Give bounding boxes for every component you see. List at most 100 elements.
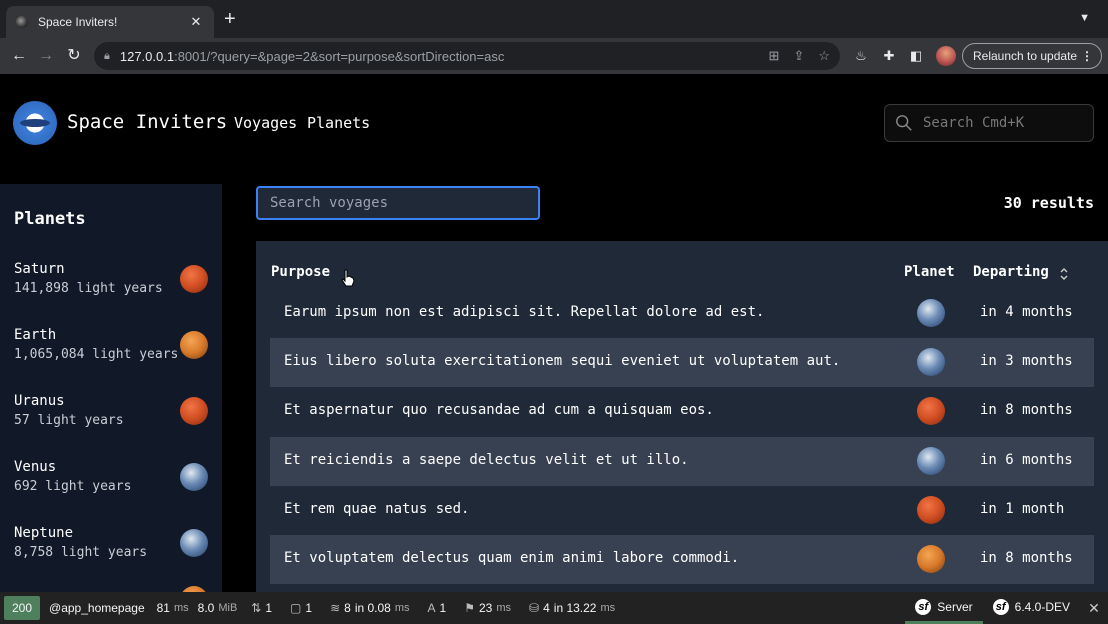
cell-planet-image [917, 447, 945, 475]
cell-departing: in 8 months [980, 402, 1073, 418]
memory-unit: MiB [218, 602, 238, 614]
column-header-purpose[interactable]: Purpose [271, 264, 330, 280]
profile-avatar[interactable] [936, 46, 956, 66]
ufo-logo-icon[interactable] [13, 101, 57, 145]
security-value: 23 [479, 601, 493, 615]
url-text[interactable]: 127.0.0.1:8001/?query=&page=2&sort=purpo… [120, 49, 505, 64]
hand-cursor-icon [341, 269, 355, 287]
address-bar[interactable]: 🔒︎ 127.0.0.1:8001/?query=&page=2&sort=pu… [94, 42, 840, 70]
extensions-puzzle-icon[interactable]: ✚ [880, 47, 898, 65]
sidebar-item-earth[interactable]: Earth 1,065,084 light years [14, 327, 210, 371]
relaunch-button[interactable]: Relaunch to update ⋮ [962, 43, 1102, 69]
table-row[interactable]: Earum ipsum non est adipisci sit. Repell… [270, 289, 1094, 338]
planet-image [180, 529, 208, 557]
url-host: 127.0.0.1 [119, 48, 175, 64]
table-row[interactable]: Et rem quae natus sed. in 1 month [270, 486, 1094, 535]
new-tab-button[interactable]: + [224, 9, 236, 29]
symfony-version-icon: sf [992, 598, 1009, 615]
more-menu-icon[interactable]: ⋮ [1081, 49, 1093, 63]
planet-name: Uranus [14, 393, 65, 409]
nav-link-planets[interactable]: Planets [307, 114, 370, 132]
translate-icon[interactable]: ⊞ [769, 48, 780, 64]
share-icon[interactable]: ⇪ [793, 48, 804, 64]
db-value: 4 [543, 601, 550, 615]
tab-close-icon[interactable]: ✕ [188, 14, 204, 30]
route-name[interactable]: @app_homepage [49, 601, 145, 615]
translation-metric[interactable]: A1 [428, 601, 447, 615]
global-search-input[interactable] [923, 115, 1073, 131]
time-metric[interactable]: 81 ms [157, 601, 189, 615]
brand-title[interactable]: Space Inviters [67, 111, 227, 133]
memory-metric[interactable]: 8.0 MiB [198, 601, 238, 615]
forward-icon[interactable]: → [35, 45, 57, 67]
cell-purpose: Et rem quae natus sed. [284, 501, 470, 517]
tab-search-chevron-icon[interactable]: ▼ [1079, 12, 1090, 24]
voyages-table: Purpose Planet Departing Earum ipsum non… [256, 241, 1108, 592]
security-unit: ms [496, 602, 512, 614]
cache-metric[interactable]: ≋ 8 in 0.08 ms [330, 601, 409, 615]
sidebar-item-neptune[interactable]: Neptune 8,758 light years [14, 525, 210, 569]
signpost-icon: ⚑ [464, 601, 475, 615]
planet-name: Neptune [14, 525, 74, 541]
cell-departing: in 8 months [980, 550, 1073, 566]
status-badge[interactable]: 200 [4, 596, 41, 620]
reload-icon[interactable]: ↻ [63, 45, 85, 67]
planet-name: Saturn [14, 261, 65, 277]
table-row[interactable]: Et aspernatur quo recusandae ad cum a qu… [270, 387, 1094, 436]
sidebar-item-saturn[interactable]: Saturn 141,898 light years [14, 261, 210, 305]
column-header-departing[interactable]: Departing [973, 264, 1049, 280]
database-icon: ⛁ [529, 601, 540, 615]
sidebar-item-venus[interactable]: Venus 692 light years [14, 459, 210, 503]
cell-planet-image [917, 348, 945, 376]
requests-value: 1 [265, 601, 273, 615]
browser-tab-bar: Space Inviters! ✕ + ▼ [0, 0, 1108, 38]
sidebar-item-uranus[interactable]: Uranus 57 light years [14, 393, 210, 437]
cell-purpose: Et aspernatur quo recusandae ad cum a qu… [284, 402, 714, 418]
sort-toggle-icon[interactable] [1058, 267, 1070, 281]
requests-icon: ⇅ [251, 601, 262, 615]
table-row[interactable]: Et reiciendis a saepe delectus velit et … [270, 437, 1094, 486]
cache-value: 8 [344, 601, 351, 615]
db-in: in 13.22 [553, 601, 597, 615]
planet-distance: 141,898 light years [14, 281, 163, 296]
cell-planet-image [917, 299, 945, 327]
flame-extension-icon[interactable]: ♨ [852, 47, 870, 65]
back-icon[interactable]: ← [8, 45, 30, 67]
cell-purpose: Et reiciendis a saepe delectus velit et … [284, 452, 689, 468]
database-metric[interactable]: ⛁ 4 in 13.22 ms [529, 601, 615, 615]
requests-metric[interactable]: ⇅ 1 [251, 601, 272, 615]
browser-tab[interactable]: Space Inviters! ✕ [6, 6, 214, 38]
security-metric[interactable]: ⚑ 23 ms [464, 601, 511, 615]
table-row[interactable]: Et voluptatem delectus quam enim animi l… [270, 535, 1094, 584]
cell-planet-image [917, 397, 945, 425]
forms-metric[interactable]: ▢ 1 [290, 601, 312, 615]
close-toolbar-icon[interactable]: ✕ [1080, 600, 1108, 617]
symfony-version[interactable]: sf 6.4.0-DEV [983, 592, 1080, 624]
cell-departing: in 6 months [980, 452, 1073, 468]
time-value: 81 [156, 601, 170, 615]
relaunch-label: Relaunch to update [973, 49, 1078, 63]
planet-image [180, 397, 208, 425]
planet-distance: 692 light years [14, 479, 132, 494]
cache-layers-icon: ≋ [330, 601, 341, 615]
route-label: @app_homepage [49, 601, 145, 615]
cell-departing: in 1 month [980, 501, 1065, 517]
voyage-search-input[interactable] [270, 188, 520, 218]
planet-image [180, 331, 208, 359]
cell-planet-image [917, 545, 945, 573]
memory-value: 8.0 [197, 601, 215, 615]
nav-link-voyages[interactable]: Voyages [234, 114, 297, 132]
voyage-search-field[interactable] [256, 186, 540, 220]
results-count: 30 results [1003, 194, 1094, 212]
planets-sidebar: Planets Saturn 141,898 light years Earth… [0, 184, 222, 592]
form-icon: ▢ [290, 601, 302, 615]
cell-purpose: Eius libero soluta exercitationem sequi … [284, 353, 841, 369]
table-row[interactable]: Eius libero soluta exercitationem sequi … [270, 338, 1094, 387]
global-search[interactable] [884, 104, 1094, 142]
lock-icon[interactable]: 🔒︎ [104, 50, 110, 63]
bookmark-star-icon[interactable]: ☆ [818, 48, 830, 64]
server-env[interactable]: sf Server [905, 592, 983, 624]
side-panel-icon[interactable]: ◧ [907, 47, 925, 65]
profiler-right: sf Server sf 6.4.0-DEV ✕ [905, 592, 1108, 624]
cache-unit: ms [394, 602, 410, 614]
